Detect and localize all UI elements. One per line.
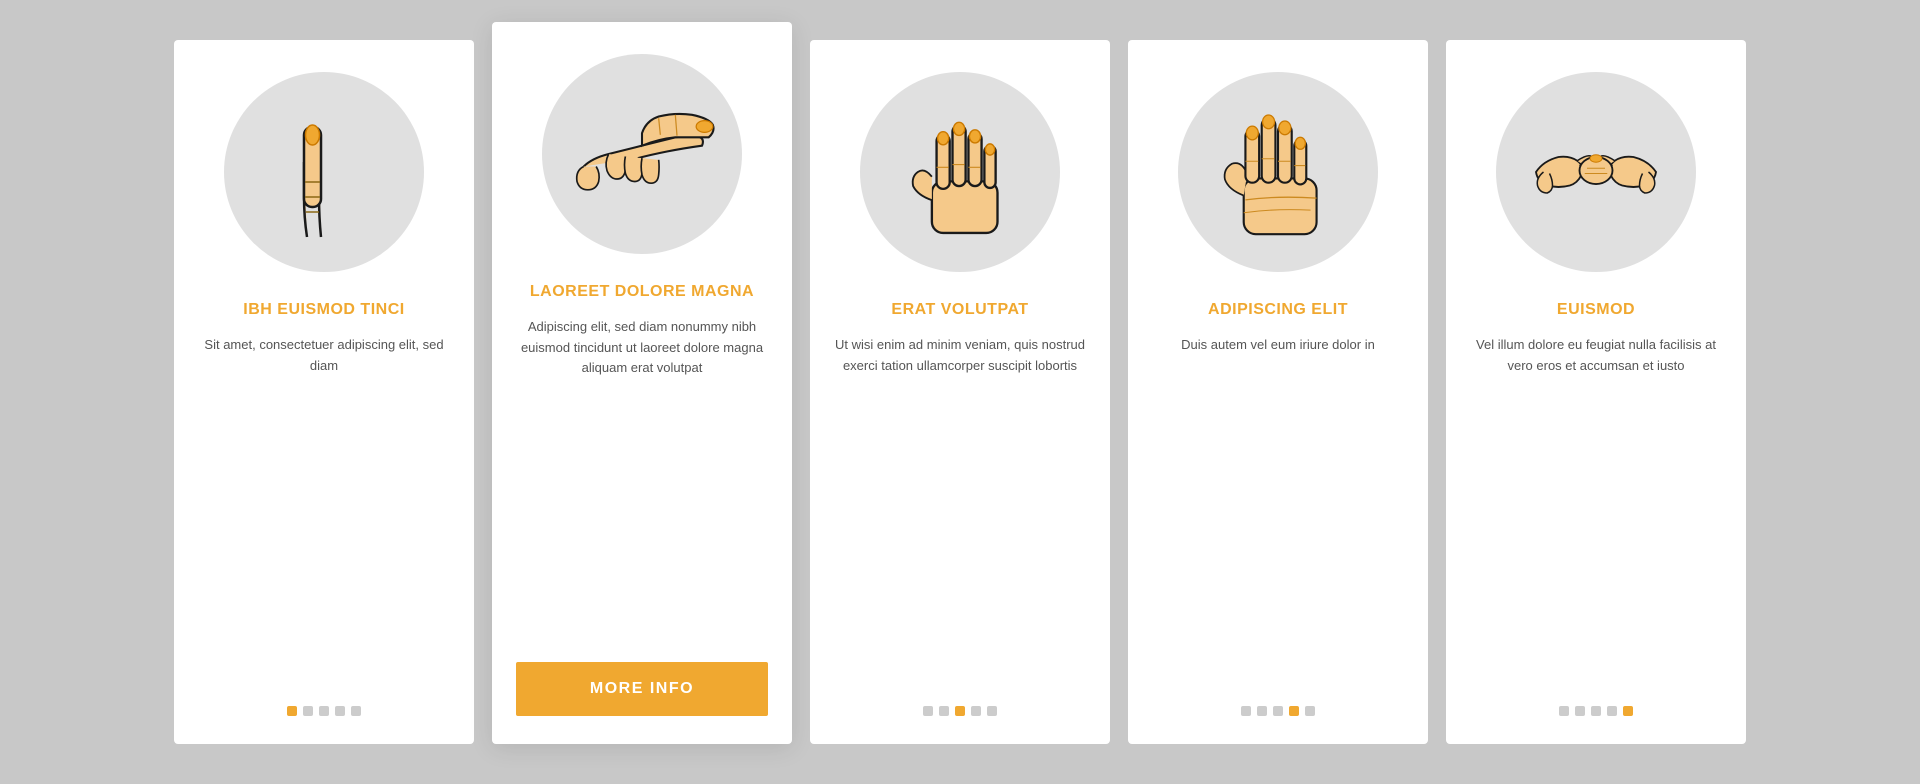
dot	[971, 706, 981, 716]
dot	[955, 706, 965, 716]
dot	[1305, 706, 1315, 716]
dot	[1257, 706, 1267, 716]
card-5: EUISMOD Vel illum dolore eu feugiat null…	[1446, 40, 1746, 744]
card-3-text: Ut wisi enim ad minim veniam, quis nostr…	[834, 335, 1086, 678]
card-2: LAOREET DOLORE MAGNA Adipiscing elit, se…	[492, 22, 792, 744]
dot	[1241, 706, 1251, 716]
dot	[939, 706, 949, 716]
card-5-dots	[1559, 706, 1633, 716]
pointing-icon-circle	[542, 54, 742, 254]
palm-icon-circle	[1178, 72, 1378, 272]
dot	[319, 706, 329, 716]
dot	[1607, 706, 1617, 716]
handshake-icon	[1521, 97, 1671, 247]
card-1-title: IBH EUISMOD TINCI	[243, 300, 404, 321]
dot	[1591, 706, 1601, 716]
cards-container: IBH EUISMOD TINCI Sit amet, consectetuer…	[114, 0, 1806, 784]
card-3-dots	[923, 706, 997, 716]
dot	[335, 706, 345, 716]
card-3-title: ERAT VOLUTPAT	[891, 300, 1028, 321]
open-hand-icon	[885, 97, 1035, 247]
dot	[1273, 706, 1283, 716]
dot	[923, 706, 933, 716]
card-1-text: Sit amet, consectetuer adipiscing elit, …	[198, 335, 450, 678]
card-4-dots	[1241, 706, 1315, 716]
card-2-text: Adipiscing elit, sed diam nonummy nibh e…	[516, 317, 768, 638]
dot	[287, 706, 297, 716]
card-2-title: LAOREET DOLORE MAGNA	[530, 282, 754, 303]
dot	[1623, 706, 1633, 716]
dot	[1289, 706, 1299, 716]
card-4: ADIPISCING ELIT Duis autem vel eum iriur…	[1128, 40, 1428, 744]
handshake-icon-circle	[1496, 72, 1696, 272]
open-hand-icon-circle	[860, 72, 1060, 272]
finger-icon	[249, 97, 399, 247]
card-4-text: Duis autem vel eum iriure dolor in	[1181, 335, 1375, 678]
dot	[1575, 706, 1585, 716]
palm-icon	[1203, 97, 1353, 247]
card-1: IBH EUISMOD TINCI Sit amet, consectetuer…	[174, 40, 474, 744]
finger-icon-circle	[224, 72, 424, 272]
card-5-text: Vel illum dolore eu feugiat nulla facili…	[1470, 335, 1722, 678]
more-info-button[interactable]: MORE INFO	[516, 662, 768, 716]
card-1-dots	[287, 706, 361, 716]
card-4-title: ADIPISCING ELIT	[1208, 300, 1348, 321]
pointing-hand-icon	[567, 79, 717, 229]
dot	[351, 706, 361, 716]
dot	[1559, 706, 1569, 716]
card-5-title: EUISMOD	[1557, 300, 1635, 321]
dot	[303, 706, 313, 716]
card-3: ERAT VOLUTPAT Ut wisi enim ad minim veni…	[810, 40, 1110, 744]
dot	[987, 706, 997, 716]
